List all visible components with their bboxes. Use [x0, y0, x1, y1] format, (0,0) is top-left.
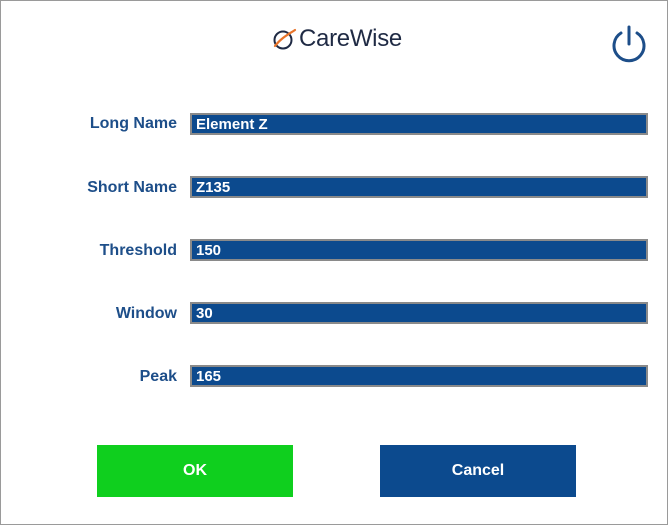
dialog-frame: CareWise Long Name Short Name Threshold … [0, 0, 668, 525]
window-label: Window [115, 305, 177, 322]
cancel-button[interactable]: Cancel [380, 445, 576, 497]
peak-field[interactable] [190, 365, 648, 387]
peak-label: Peak [139, 368, 177, 385]
short-name-field[interactable] [190, 176, 648, 198]
power-icon [612, 25, 646, 63]
long-name-field[interactable] [190, 113, 648, 135]
window-field[interactable] [190, 302, 648, 324]
threshold-label: Threshold [99, 242, 177, 259]
short-name-label: Short Name [87, 179, 177, 196]
threshold-field[interactable] [190, 239, 648, 261]
long-name-label: Long Name [89, 115, 177, 132]
power-button[interactable] [608, 23, 650, 65]
ok-button[interactable]: OK [97, 445, 293, 497]
carewise-logo-icon [273, 28, 297, 50]
brand-logo: CareWise [271, 25, 402, 53]
brand-name: CareWise [299, 25, 402, 52]
